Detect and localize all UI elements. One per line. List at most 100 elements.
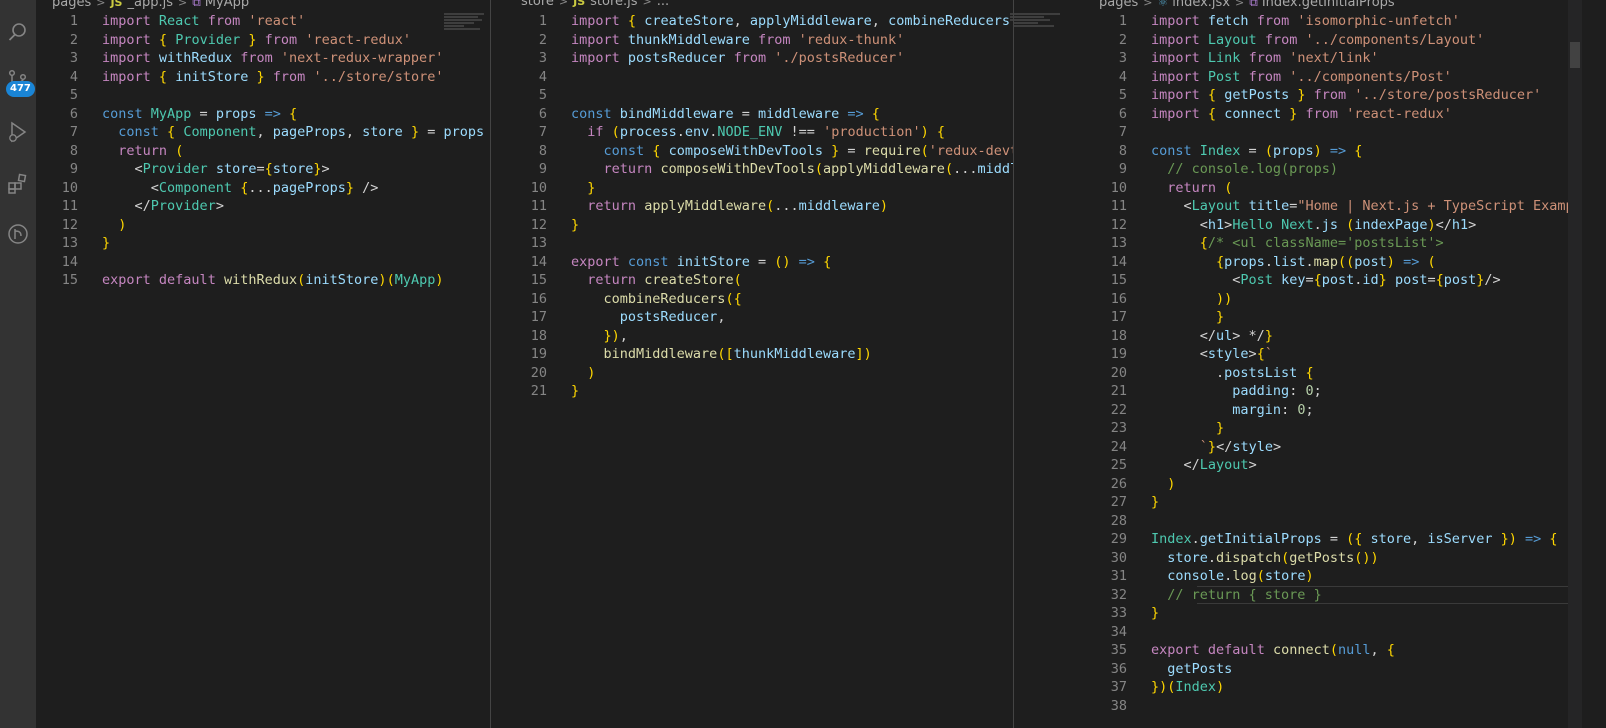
code-line[interactable]: 35 export default connect(null, { <box>1085 641 1568 660</box>
run-debug-icon[interactable] <box>0 112 36 152</box>
code-text[interactable]: } <box>102 234 110 253</box>
code-line[interactable]: 24 `}</style> <box>1085 438 1568 457</box>
code-line[interactable]: 1 import React from 'react' <box>36 12 490 31</box>
code-text[interactable]: return ( <box>102 142 183 161</box>
code-text[interactable]: export default withRedux(initStore)(MyAp… <box>102 271 443 290</box>
code-text[interactable]: </ul> */} <box>1151 327 1273 346</box>
code-line[interactable]: 15 <Post key={post.id} post={post}/> <box>1085 271 1568 290</box>
code-line[interactable]: 36 getPosts <box>1085 660 1568 679</box>
code-text[interactable]: import Link from 'next/link' <box>1151 49 1379 68</box>
code-line[interactable]: 14 export const initStore = () => { <box>505 253 1013 272</box>
code-line[interactable]: 4 import { initStore } from '../store/sto… <box>36 68 490 87</box>
code-line[interactable]: 13} <box>36 234 490 253</box>
code-text[interactable]: import Post from '../components/Post' <box>1151 68 1452 87</box>
breadcrumb-folder[interactable]: store <box>521 0 554 9</box>
code-line[interactable]: 8 const { composeWithDevTools } = requir… <box>505 142 1013 161</box>
code-area[interactable]: 1 import fetch from 'isomorphic-unfetch' 2… <box>1085 12 1568 715</box>
code-line[interactable]: 27} <box>1085 493 1568 512</box>
code-text[interactable]: } <box>1151 604 1159 623</box>
code-line[interactable]: 10 } <box>505 179 1013 198</box>
minimap[interactable] <box>1014 0 1085 728</box>
code-line[interactable]: 16 )) <box>1085 290 1568 309</box>
code-text[interactable]: import { getPosts } from '../store/posts… <box>1151 86 1541 105</box>
scrollbar-thumb[interactable] <box>1570 42 1580 68</box>
code-text[interactable]: )) <box>1151 290 1232 309</box>
code-text[interactable]: combineReducers({ <box>571 290 742 309</box>
code-line[interactable]: 9 <Provider store={store}> <box>36 160 490 179</box>
editor-pane-app-js[interactable]: pages > JS _app.js > ⧉ MyApp 1 import React fro… <box>36 0 490 728</box>
code-line[interactable]: 8 const Index = (props) => { <box>1085 142 1568 161</box>
code-text[interactable]: } <box>1151 419 1224 438</box>
code-text[interactable]: store.dispatch(getPosts()) <box>1151 549 1378 568</box>
code-line[interactable]: 3 import withRedux from 'next-redux-wrapp… <box>36 49 490 68</box>
editor-pane-index-jsx[interactable]: pages > ⚛ index.jsx > ⧉ Index.getInitialProps … <box>1085 0 1568 728</box>
code-line[interactable]: 3 import Link from 'next/link' <box>1085 49 1568 68</box>
code-line[interactable]: 6 import { connect } from 'react-redux' <box>1085 105 1568 124</box>
code-line[interactable]: 6 const MyApp = props => { <box>36 105 490 124</box>
code-line[interactable]: 7 const { Component, pageProps, store } … <box>36 123 490 142</box>
code-line[interactable]: 3 import postsReducer from './postsReduce… <box>505 49 1013 68</box>
code-line[interactable]: 29 Index.getInitialProps = ({ store, isSe… <box>1085 530 1568 549</box>
code-line[interactable]: 11 <Layout title="Home | Next.js + TypeS… <box>1085 197 1568 216</box>
code-text[interactable]: return createStore( <box>571 271 741 290</box>
code-text[interactable]: const bindMiddleware = middleware => { <box>571 105 880 124</box>
breadcrumb-file[interactable]: store.js <box>590 0 637 9</box>
scrollbar[interactable] <box>1568 0 1582 728</box>
code-text[interactable]: const { composeWithDevTools } = require(… <box>571 142 1013 161</box>
code-text[interactable]: const Index = (props) => { <box>1151 142 1362 161</box>
code-text[interactable]: })(Index) <box>1151 678 1224 697</box>
extensions-icon[interactable] <box>0 164 36 204</box>
code-text[interactable]: } <box>571 382 579 401</box>
code-text[interactable]: const { Component, pageProps, store } = … <box>102 123 484 142</box>
code-area[interactable]: 1 import React from 'react' 2 import { Prov… <box>36 12 490 290</box>
code-line[interactable]: 26 ) <box>1085 475 1568 494</box>
code-line[interactable]: 20 .postsList { <box>1085 364 1568 383</box>
code-text[interactable]: return applyMiddleware(...middleware) <box>571 197 888 216</box>
code-text[interactable]: // return { store } <box>1151 586 1321 605</box>
code-line[interactable]: 11 return applyMiddleware(...middleware) <box>505 197 1013 216</box>
code-line[interactable]: 1 import { createStore, applyMiddleware, … <box>505 12 1013 31</box>
code-text[interactable]: }), <box>571 327 628 346</box>
code-line[interactable]: 16 combineReducers({ <box>505 290 1013 309</box>
split-divider[interactable] <box>490 0 491 728</box>
code-text[interactable]: import { Provider } from 'react-redux' <box>102 31 411 50</box>
code-line[interactable]: 2 import Layout from '../components/Layou… <box>1085 31 1568 50</box>
code-text[interactable]: import withRedux from 'next-redux-wrappe… <box>102 49 443 68</box>
code-text[interactable]: Index.getInitialProps = ({ store, isServ… <box>1151 530 1558 549</box>
code-line[interactable]: 12 ) <box>36 216 490 235</box>
code-text[interactable]: {/* <ul className='postsList'> <box>1151 234 1444 253</box>
editor-pane-store-js[interactable]: store > JS store.js >... 1 import { createSto… <box>505 0 1013 728</box>
breadcrumb-file[interactable]: _app.js <box>127 0 173 10</box>
code-line[interactable]: 19 <style>{` <box>1085 345 1568 364</box>
code-text[interactable]: padding: 0; <box>1151 382 1321 401</box>
code-text[interactable]: } <box>571 179 595 198</box>
code-text[interactable]: </Provider> <box>102 197 224 216</box>
code-line[interactable]: 31 console.log(store) <box>1085 567 1568 586</box>
code-line[interactable]: 15 return createStore( <box>505 271 1013 290</box>
code-text[interactable]: bindMiddleware([thunkMiddleware]) <box>571 345 872 364</box>
code-line[interactable]: 9 // console.log(props) <box>1085 160 1568 179</box>
code-text[interactable]: {props.list.map((post) => ( <box>1151 253 1436 272</box>
code-line[interactable]: 13 <box>505 234 1013 253</box>
code-text[interactable]: const MyApp = props => { <box>102 105 297 124</box>
code-line[interactable]: 30 store.dispatch(getPosts()) <box>1085 549 1568 568</box>
code-text[interactable]: return ( <box>1151 179 1232 198</box>
code-line[interactable]: 25 </Layout> <box>1085 456 1568 475</box>
code-line[interactable]: 7 if (process.env.NODE_ENV !== 'producti… <box>505 123 1013 142</box>
code-text[interactable]: } <box>1151 493 1159 512</box>
code-text[interactable]: </Layout> <box>1151 456 1257 475</box>
breadcrumb-symbol[interactable]: Index.getInitialProps <box>1262 0 1395 10</box>
code-text[interactable]: ) <box>571 364 595 383</box>
code-line[interactable]: 12} <box>505 216 1013 235</box>
code-text[interactable]: postsReducer, <box>571 308 726 327</box>
code-text[interactable]: console.log(store) <box>1151 567 1313 586</box>
code-text[interactable]: } <box>571 216 579 235</box>
code-line[interactable]: 17 postsReducer, <box>505 308 1013 327</box>
code-text[interactable]: import { initStore } from '../store/stor… <box>102 68 443 87</box>
code-line[interactable]: 28 <box>1085 512 1568 531</box>
code-line[interactable]: 12 <h1>Hello Next.js (indexPage)</h1> <box>1085 216 1568 235</box>
code-text[interactable]: <Layout title="Home | Next.js + TypeScri… <box>1151 197 1569 216</box>
code-line[interactable]: 32 // return { store } <box>1085 585 1568 605</box>
code-text[interactable]: ) <box>102 216 126 235</box>
code-line[interactable]: 38 <box>1085 697 1568 716</box>
